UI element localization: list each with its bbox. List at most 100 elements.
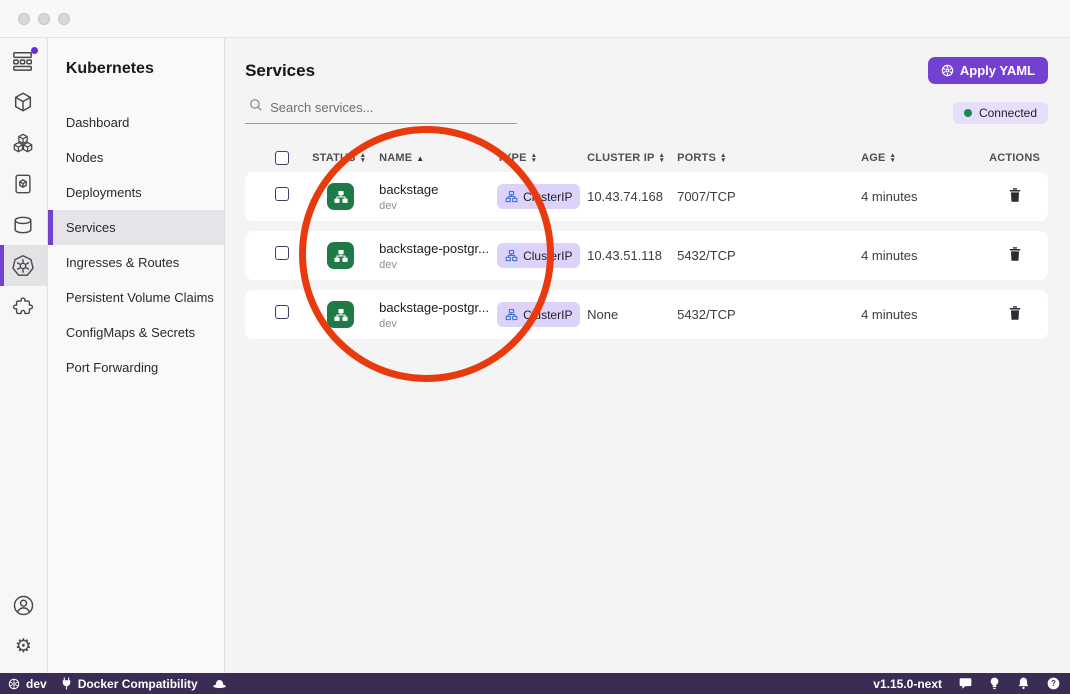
bell-icon[interactable] xyxy=(1017,677,1030,690)
sort-icon: ▲▼ xyxy=(890,153,897,163)
rail-item-volumes[interactable] xyxy=(0,204,47,245)
kubernetes-icon xyxy=(11,254,35,278)
age-value: 4 minutes xyxy=(853,307,981,322)
docker-compatibility-indicator[interactable]: Docker Compatibility xyxy=(61,677,198,691)
settings-gear-icon: ⚙ xyxy=(15,637,32,656)
icon-rail: ⚙ xyxy=(0,38,48,673)
service-name[interactable]: backstage xyxy=(379,182,489,197)
table-row[interactable]: backstage dev ClusterIP 10.43.74.168 7007… xyxy=(245,172,1048,221)
cluster-ip-value: 10.43.74.168 xyxy=(579,189,669,204)
sort-asc-icon: ▲ xyxy=(416,154,424,163)
sidebar-title: Kubernetes xyxy=(48,60,224,78)
rail-item-dashboard[interactable] xyxy=(0,40,47,81)
row-checkbox[interactable] xyxy=(275,305,289,319)
rail-item-kubernetes[interactable] xyxy=(0,245,47,286)
app-window: ⚙ Kubernetes Dashboard Nodes Deployments… xyxy=(0,0,1070,694)
delete-service-button[interactable] xyxy=(1006,303,1024,326)
rail-item-images[interactable] xyxy=(0,163,47,204)
close-button[interactable] xyxy=(18,13,30,25)
sidebar-item-dashboard[interactable]: Dashboard xyxy=(48,105,224,140)
notification-dot xyxy=(31,47,38,54)
sidebar-item-port-forwarding[interactable]: Port Forwarding xyxy=(48,350,224,385)
rail-item-pods[interactable] xyxy=(0,122,47,163)
help-icon[interactable]: ? xyxy=(1047,677,1060,690)
account-icon xyxy=(12,594,35,617)
sitemap-icon xyxy=(505,249,518,262)
connected-dot-icon xyxy=(964,109,972,117)
rail-item-containers[interactable] xyxy=(0,81,47,122)
sitemap-icon xyxy=(505,308,518,321)
volumes-icon xyxy=(12,214,34,236)
rail-item-settings[interactable]: ⚙ xyxy=(0,626,47,667)
sidebar-item-configmaps-secrets[interactable]: ConfigMaps & Secrets xyxy=(48,315,224,350)
kubernetes-context-icon xyxy=(8,678,20,690)
row-checkbox[interactable] xyxy=(275,246,289,260)
search-input[interactable] xyxy=(270,100,515,115)
column-cluster-ip[interactable]: CLUSTER IP▲▼ xyxy=(579,152,669,164)
column-name[interactable]: NAME▲ xyxy=(371,152,489,164)
cluster-ip-value: None xyxy=(579,307,669,322)
service-name[interactable]: backstage-postgr... xyxy=(379,241,489,256)
ports-value: 7007/TCP xyxy=(669,189,853,204)
titlebar xyxy=(0,0,1070,38)
sidebar-item-ingresses-routes[interactable]: Ingresses & Routes xyxy=(48,245,224,280)
service-type-badge: ClusterIP xyxy=(497,302,580,327)
sort-icon: ▲▼ xyxy=(531,153,538,163)
sidebar-item-nodes[interactable]: Nodes xyxy=(48,140,224,175)
sort-icon: ▲▼ xyxy=(720,153,727,163)
feedback-chat-icon[interactable] xyxy=(959,677,972,690)
column-actions: ACTIONS xyxy=(981,152,1048,164)
ports-value: 5432/TCP xyxy=(669,248,853,263)
sidebar-item-services[interactable]: Services xyxy=(48,210,224,245)
column-status[interactable]: STATUS▲▼ xyxy=(305,152,371,164)
service-name[interactable]: backstage-postgr... xyxy=(379,300,489,315)
select-all-checkbox[interactable] xyxy=(275,151,289,165)
zoom-button[interactable] xyxy=(58,13,70,25)
service-type-badge: ClusterIP xyxy=(497,184,580,209)
service-namespace: dev xyxy=(379,318,489,330)
svg-text:?: ? xyxy=(1051,679,1056,688)
service-status-icon xyxy=(327,242,354,269)
age-value: 4 minutes xyxy=(853,189,981,204)
service-type-badge: ClusterIP xyxy=(497,243,580,268)
version-label: v1.15.0-next xyxy=(873,677,942,691)
sidebar-item-deployments[interactable]: Deployments xyxy=(48,175,224,210)
podman-machine-indicator[interactable] xyxy=(212,678,227,690)
lightbulb-icon[interactable] xyxy=(989,677,1000,691)
pods-icon xyxy=(12,132,34,154)
service-status-icon xyxy=(327,183,354,210)
table-header: STATUS▲▼ NAME▲ TYPE▲▼ CLUSTER IP▲▼ PORTS… xyxy=(245,144,1048,172)
service-namespace: dev xyxy=(379,200,489,212)
images-icon xyxy=(12,173,34,195)
plug-icon xyxy=(61,677,72,690)
column-ports[interactable]: PORTS▲▼ xyxy=(669,152,853,164)
main-content: Services Apply YAML xyxy=(225,38,1070,673)
status-bar: dev Docker Compatibility v1.15.0-next xyxy=(0,673,1070,694)
kubernetes-sidebar: Kubernetes Dashboard Nodes Deployments S… xyxy=(48,38,225,673)
delete-service-button[interactable] xyxy=(1006,185,1024,208)
search-icon xyxy=(249,98,263,117)
service-status-icon xyxy=(327,301,354,328)
extensions-icon xyxy=(12,296,34,318)
rail-item-account[interactable] xyxy=(0,585,47,626)
connected-badge: Connected xyxy=(953,102,1048,124)
sort-icon: ▲▼ xyxy=(360,153,367,163)
delete-service-button[interactable] xyxy=(1006,244,1024,267)
minimize-button[interactable] xyxy=(38,13,50,25)
sidebar-item-persistent-volume-claims[interactable]: Persistent Volume Claims xyxy=(48,280,224,315)
row-checkbox[interactable] xyxy=(275,187,289,201)
kubernetes-wheel-icon xyxy=(941,64,954,77)
rail-item-extensions[interactable] xyxy=(0,286,47,327)
kube-context-indicator[interactable]: dev xyxy=(8,677,47,691)
apply-yaml-button[interactable]: Apply YAML xyxy=(928,57,1048,84)
containers-icon xyxy=(12,91,34,113)
table-row[interactable]: backstage-postgr... dev ClusterIP None 54… xyxy=(245,290,1048,339)
ports-value: 5432/TCP xyxy=(669,307,853,322)
search-field[interactable] xyxy=(245,94,517,124)
sitemap-icon xyxy=(505,190,518,203)
cluster-ip-value: 10.43.51.118 xyxy=(579,248,669,263)
page-title: Services xyxy=(245,61,315,81)
table-row[interactable]: backstage-postgr...dev ClusterIP 10.43.5… xyxy=(245,231,1048,280)
column-age[interactable]: AGE▲▼ xyxy=(853,152,981,164)
column-type[interactable]: TYPE▲▼ xyxy=(489,152,579,164)
